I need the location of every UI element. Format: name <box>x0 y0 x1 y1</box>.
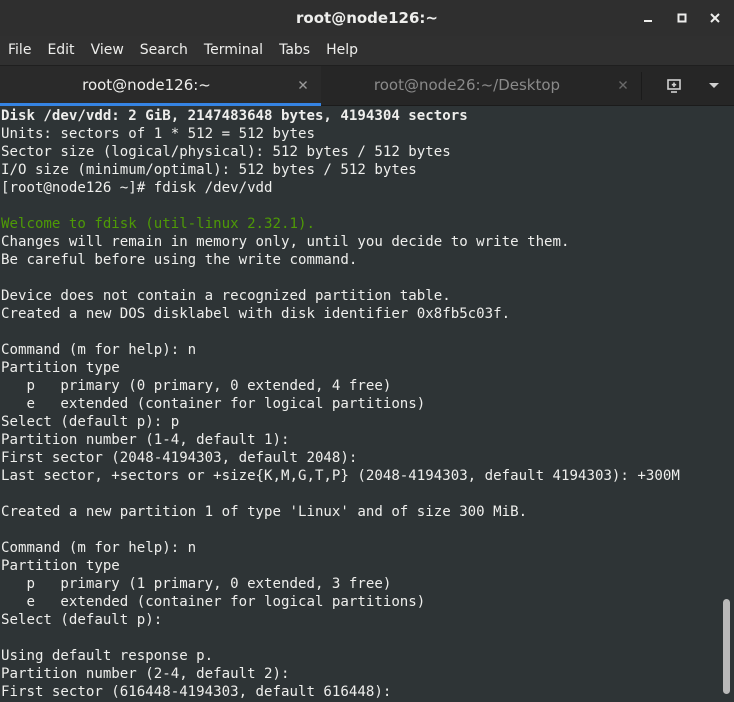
menu-search[interactable]: Search <box>132 36 196 65</box>
minimize-icon <box>644 20 652 22</box>
tab-menu-button[interactable] <box>699 74 729 98</box>
terminal-line: Partition type <box>1 360 120 376</box>
terminal-line: Partition number (1-4, default 1): <box>1 432 290 448</box>
new-tab-button[interactable] <box>659 74 689 98</box>
terminal-line: Disk /dev/vdd: 2 GiB, 2147483648 bytes, … <box>1 108 468 124</box>
tab-menu-chevron-icon <box>709 83 719 88</box>
terminal-line: Using default response p. <box>1 648 214 664</box>
menu-bar: File Edit View Search Terminal Tabs Help <box>0 36 734 65</box>
close-icon <box>299 81 307 89</box>
menu-terminal[interactable]: Terminal <box>196 36 271 65</box>
terminal-line: p primary (1 primary, 0 extended, 3 free… <box>1 576 392 592</box>
tab-label: root@node26:~/Desktop <box>373 76 561 94</box>
scrollbar-thumb[interactable] <box>723 599 730 694</box>
menu-file[interactable]: File <box>0 36 39 65</box>
terminal-line: Command (m for help): n <box>1 540 197 556</box>
terminal-line: First sector (2048-4194303, default 2048… <box>1 450 358 466</box>
terminal-line: Created a new DOS disklabel with disk id… <box>1 306 511 322</box>
minimize-button[interactable] <box>637 8 659 28</box>
new-tab-icon <box>667 79 681 93</box>
terminal-line: Units: sectors of 1 * 512 = 512 bytes <box>1 126 315 142</box>
terminal-line: Partition number (2-4, default 2): <box>1 666 290 682</box>
terminal-line: Changes will remain in memory only, unti… <box>1 234 570 250</box>
tab-node126[interactable]: root@node126:~ <box>0 66 321 106</box>
terminal-line: I/O size (minimum/optimal): 512 bytes / … <box>1 162 417 178</box>
close-icon <box>710 13 720 23</box>
terminal-line: Device does not contain a recognized par… <box>1 288 451 304</box>
terminal-line: [root@node126 ~]# fdisk /dev/vdd <box>1 180 273 196</box>
terminal-window: root@node126:~ File Edit View Search Ter… <box>0 0 734 702</box>
terminal-line: Last sector, +sectors or +size{K,M,G,T,P… <box>1 468 680 484</box>
tab-label: root@node126:~ <box>82 76 211 94</box>
terminal-line: Select (default p): p <box>1 414 180 430</box>
menu-edit[interactable]: Edit <box>39 36 82 65</box>
terminal-line: e extended (container for logical partit… <box>1 594 426 610</box>
close-button[interactable] <box>704 8 726 28</box>
tab-close-button[interactable] <box>615 77 631 93</box>
tab-node26-desktop[interactable]: root@node26:~/Desktop <box>321 66 641 106</box>
terminal-output[interactable]: Disk /dev/vdd: 2 GiB, 2147483648 bytes, … <box>0 106 734 702</box>
terminal-lines: Disk /dev/vdd: 2 GiB, 2147483648 bytes, … <box>1 107 680 701</box>
terminal-line: Select (default p): <box>1 612 163 628</box>
terminal-line: Sector size (logical/physical): 512 byte… <box>1 144 451 160</box>
terminal-line: Command (m for help): n <box>1 342 197 358</box>
terminal-line: e extended (container for logical partit… <box>1 396 426 412</box>
terminal-line: p primary (0 primary, 0 extended, 4 free… <box>1 378 392 394</box>
maximize-button[interactable] <box>671 8 693 28</box>
menu-tabs[interactable]: Tabs <box>271 36 318 65</box>
title-bar[interactable]: root@node126:~ <box>0 0 734 36</box>
window-title: root@node126:~ <box>296 9 438 27</box>
terminal-line: First sector (616448-4194303, default 61… <box>1 684 392 700</box>
terminal-line: Welcome to fdisk (util-linux 2.32.1). <box>1 216 315 232</box>
menu-help[interactable]: Help <box>318 36 366 65</box>
tab-close-button[interactable] <box>295 77 311 93</box>
menu-view[interactable]: View <box>83 36 132 65</box>
tab-divider <box>641 72 642 100</box>
terminal-line: Created a new partition 1 of type 'Linux… <box>1 504 528 520</box>
terminal-line: Be careful before using the write comman… <box>1 252 358 268</box>
maximize-icon <box>677 13 687 23</box>
tab-bar: root@node126:~ root@node26:~/Desktop <box>0 65 734 106</box>
terminal-line: Partition type <box>1 558 120 574</box>
close-icon <box>619 81 627 89</box>
